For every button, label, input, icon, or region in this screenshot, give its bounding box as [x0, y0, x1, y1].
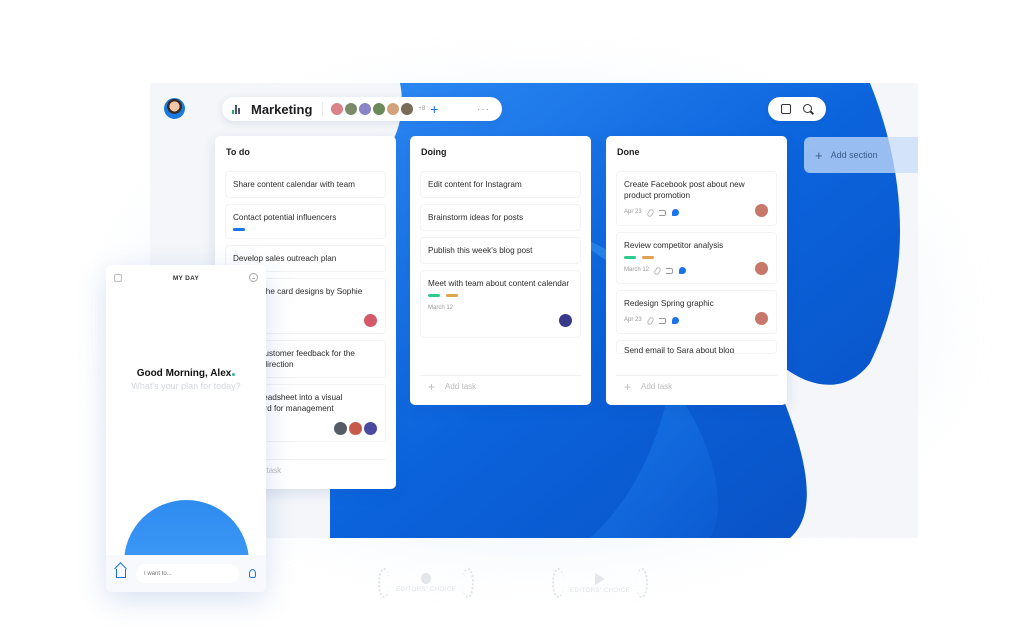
more-menu-icon[interactable]: ··· — [477, 104, 490, 115]
greeting: Good Morning, Alex — [106, 368, 266, 379]
laurel-icon — [636, 568, 649, 598]
task-card[interactable]: Edit content for Instagram — [420, 171, 581, 198]
due-date: March 12 — [428, 305, 454, 311]
member-avatar[interactable] — [331, 103, 344, 115]
task-card[interactable]: Review competitor analysis March 12 — [616, 232, 777, 284]
task-card[interactable]: Create Facebook post about new product p… — [616, 171, 777, 226]
add-task-label: Add task — [445, 382, 477, 391]
toolbar-pill — [768, 97, 826, 121]
task-title: Meet with team about content calendar — [428, 279, 570, 288]
task-tag — [446, 294, 458, 297]
repeat-icon — [658, 209, 666, 216]
column-done: Done Create Facebook post about new prod… — [606, 136, 787, 405]
comment-icon — [671, 317, 679, 324]
repeat-icon — [666, 267, 674, 274]
home-icon[interactable] — [116, 569, 126, 578]
my-day-title: MY DAY — [172, 275, 200, 282]
task-card[interactable]: Brainstorm ideas for posts — [420, 204, 581, 231]
project-chart-icon — [232, 104, 241, 114]
task-tag — [428, 294, 440, 297]
task-card[interactable]: Send email to Sara about blog — [616, 340, 777, 354]
member-avatars[interactable]: +8 — [331, 103, 425, 115]
add-section-button[interactable]: + Add section — [804, 137, 918, 173]
due-date: Apr 23 — [624, 317, 642, 323]
extra-members-count[interactable]: +8 — [418, 106, 425, 112]
status-dot — [232, 373, 236, 376]
column-title: Doing — [421, 147, 447, 157]
search-icon[interactable] — [802, 103, 814, 115]
plan-input[interactable] — [136, 564, 239, 583]
greeting-subtitle: What's your plan for today? — [131, 381, 241, 391]
assignee-avatar — [559, 314, 572, 327]
due-date: March 12 — [624, 267, 650, 273]
task-title: Send email to Sara about blog — [624, 346, 735, 354]
member-avatar[interactable] — [345, 103, 358, 115]
member-avatar[interactable] — [373, 103, 386, 115]
task-title: Redesign Spring graphic — [624, 299, 714, 308]
apple-editors-choice-badge: EDITORS' CHOICE — [378, 568, 475, 598]
laurel-icon — [378, 568, 390, 598]
task-title: Review competitor analysis — [624, 241, 724, 250]
laurel-icon — [462, 568, 475, 598]
attachment-icon — [653, 265, 662, 276]
user-avatar[interactable] — [163, 97, 186, 120]
assignee-avatar — [755, 262, 768, 275]
lightbulb-icon[interactable] — [249, 569, 256, 578]
plus-icon: + — [815, 147, 823, 163]
member-avatar[interactable] — [387, 103, 400, 115]
task-title: Create Facebook post about new product p… — [624, 180, 745, 200]
task-card[interactable]: Meet with team about content calendar Ma… — [420, 270, 581, 338]
badge-text: EDITORS' CHOICE — [396, 587, 457, 593]
task-card[interactable]: Redesign Spring graphic Apr 23 — [616, 290, 777, 334]
apple-icon — [421, 573, 432, 584]
laurel-icon — [552, 568, 564, 598]
assignee-avatar — [364, 422, 377, 435]
task-title: Share content calendar with team — [233, 180, 355, 189]
plus-icon: + — [624, 379, 632, 394]
task-tag — [642, 256, 654, 259]
attachment-icon — [646, 207, 655, 218]
view-toggle-icon[interactable] — [780, 104, 791, 114]
add-section-label: Add section — [830, 150, 878, 160]
assignee-avatar — [364, 314, 377, 327]
comment-icon — [679, 267, 687, 274]
task-title: Contact potential influencers — [233, 213, 337, 222]
member-avatar[interactable] — [401, 103, 414, 115]
column-title: To do — [226, 147, 250, 157]
project-bar: Marketing +8 + ··· — [222, 97, 502, 121]
add-task-label: Add task — [641, 382, 673, 391]
assignee-avatar — [755, 204, 768, 217]
column-doing: Doing Edit content for Instagram Brainst… — [410, 136, 591, 405]
project-title[interactable]: Marketing — [251, 102, 312, 117]
add-task-button[interactable]: + Add task — [420, 375, 581, 397]
assignee-avatar — [755, 312, 768, 325]
comment-icon — [671, 209, 679, 216]
assignee-avatar — [334, 422, 347, 435]
google-play-editors-choice-badge: EDITORS' CHOICE — [552, 568, 649, 598]
task-title: Edit content for Instagram — [428, 180, 522, 189]
repeat-icon — [658, 317, 666, 324]
phone-footer — [106, 555, 266, 592]
task-card[interactable]: Contact potential influencers — [225, 204, 386, 239]
google-play-icon — [595, 572, 606, 585]
member-avatar[interactable] — [359, 103, 372, 115]
divider — [322, 102, 324, 116]
assignee-avatar — [349, 422, 362, 435]
minus-circle-icon[interactable] — [249, 273, 258, 282]
task-card[interactable]: Publish this week's blog post — [420, 237, 581, 264]
task-card[interactable]: Share content calendar with team — [225, 171, 386, 198]
task-title: Publish this week's blog post — [428, 246, 533, 255]
task-title: Brainstorm ideas for posts — [428, 213, 524, 222]
column-title: Done — [617, 147, 640, 157]
task-title: Develop sales outreach plan — [233, 254, 337, 263]
attachment-icon — [646, 315, 655, 326]
add-member-button[interactable]: + — [430, 102, 438, 116]
task-tag — [233, 228, 245, 231]
task-tag — [624, 256, 636, 259]
add-task-button[interactable]: + Add task — [616, 375, 777, 397]
my-day-phone: MY DAY Good Morning, Alex What's your pl… — [106, 265, 266, 592]
due-date: Apr 23 — [624, 209, 642, 215]
badge-text: EDITORS' CHOICE — [570, 587, 631, 594]
plus-icon: + — [428, 379, 436, 394]
